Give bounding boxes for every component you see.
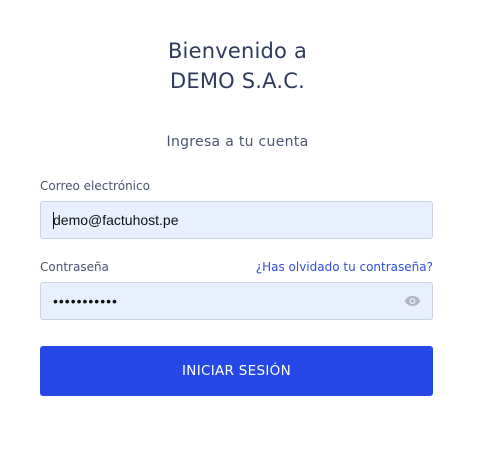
login-button[interactable]: INICIAR SESIÓN xyxy=(40,346,433,396)
login-page: Bienvenido a DEMO S.A.C. Ingresa a tu cu… xyxy=(0,0,487,453)
welcome-line-1: Bienvenido a xyxy=(167,39,308,63)
forgot-password-link[interactable]: ¿Has olvidado tu contraseña? xyxy=(256,260,433,274)
login-subtitle: Ingresa a tu cuenta xyxy=(166,134,309,150)
text-cursor xyxy=(53,212,54,229)
email-input[interactable] xyxy=(53,202,393,238)
email-label: Correo electrónico xyxy=(40,179,150,193)
company-name: DEMO S.A.C. xyxy=(170,69,305,93)
password-label: Contraseña xyxy=(40,260,109,274)
welcome-heading: Bienvenido a DEMO S.A.C. xyxy=(0,36,475,96)
email-field-container xyxy=(40,201,433,239)
eye-icon[interactable] xyxy=(404,294,421,308)
password-field-container xyxy=(40,282,433,320)
password-input[interactable] xyxy=(53,283,393,319)
